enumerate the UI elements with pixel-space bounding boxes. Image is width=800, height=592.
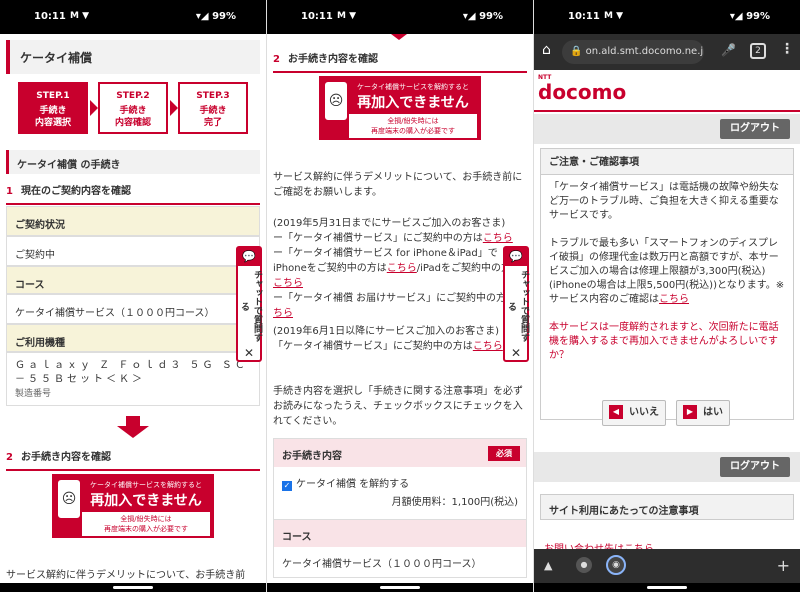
- chat-icon: 💬: [238, 248, 260, 266]
- step-arrow-icon: [170, 100, 178, 116]
- home-handle[interactable]: [380, 586, 420, 589]
- device-header: ご利用機種: [6, 324, 260, 352]
- course-value: ケータイ補償サービス（１０００円コース）: [6, 294, 260, 324]
- course-header: コース: [6, 266, 260, 294]
- close-icon[interactable]: ✕: [238, 346, 260, 360]
- url-bar[interactable]: 🔒 on.ald.smt.docomo.ne.jp: [562, 40, 704, 64]
- close-icon[interactable]: ✕: [505, 346, 527, 360]
- link-keitai-hosho-new[interactable]: こちら: [473, 341, 503, 352]
- signal-icon: ▾◢: [195, 11, 209, 22]
- sad-phone-icon: ☹: [58, 480, 80, 518]
- tab-switcher-button[interactable]: 2: [750, 43, 766, 59]
- screen-2: 10:11 M ▼ ▾◢ 99% 2 お手続き内容を確認 ☹ ケータイ補償サービス…: [267, 0, 533, 592]
- rejoin-warning: 本サービスは一度解約されますと、次回新たに電話機を購入するまで再加入できませんが…: [549, 322, 779, 361]
- section-2-heading: 2 お手続き内容を確認: [6, 444, 260, 471]
- required-badge: 必須: [488, 446, 520, 461]
- pre-2019-info: (2019年5月31日までにサービスご加入のお客さま) ー「ケータイ補償サービス…: [273, 216, 527, 321]
- yes-button[interactable]: ▶ はい: [676, 400, 730, 426]
- scroll-indicator-icon: [391, 34, 407, 40]
- notice-para-2: トラブルで最も多い「スマートフォンのディスプレイ破損」の修理代金は数万円と高額で…: [549, 238, 785, 305]
- monthly-fee: 月額使用料：1,100円(税込): [391, 497, 518, 508]
- post-2019-info: (2019年6月1日以降にサービスご加入のお客さま) 「ケータイ補償サービス」に…: [273, 326, 503, 352]
- checkbox-checked-icon[interactable]: ✓: [282, 481, 292, 491]
- instructions-text: 手続き内容を選択し「手続きに関する注意事項」を必ずお読みになったうえ、チェックボ…: [273, 386, 523, 427]
- tab-thumbnail-icon[interactable]: ●: [576, 557, 592, 573]
- contract-status-value: ご契約中: [6, 236, 260, 266]
- browser-toolbar: ⌂ 🔒 on.ald.smt.docomo.ne.jp 🎤 2 ⋮: [534, 34, 800, 70]
- docomo-logo[interactable]: docomo: [538, 80, 626, 104]
- course-value: ケータイ補償サービス（１０００円コース）: [282, 559, 482, 570]
- no-rejoin-banner: ☹ ケータイ補償サービスを解約すると 再加入できません 全損/紛失時には 再度端末…: [319, 76, 481, 140]
- course-header: コース: [274, 519, 526, 547]
- browser-bottom-toolbar: ▲ ● ◉ +: [534, 549, 800, 583]
- link-keitai-hosho[interactable]: こちら: [483, 233, 513, 244]
- home-icon[interactable]: ⌂: [542, 42, 551, 58]
- docomo-header: NTT docomo: [534, 70, 800, 112]
- page-title: ケータイ補償: [6, 40, 260, 74]
- section-1-heading: 1 現在のご契約内容を確認: [6, 178, 260, 205]
- home-handle[interactable]: [647, 586, 687, 589]
- no-button[interactable]: ◀ いいえ: [602, 400, 666, 426]
- chevron-up-icon[interactable]: ▲: [544, 559, 552, 572]
- sad-phone-icon: ☹: [325, 82, 347, 120]
- notice-box: ご注意・ご確認事項 「ケータイ補償サービス」は電話機の故障や紛失など万一のトラブ…: [540, 148, 794, 420]
- service-details-link[interactable]: こちら: [659, 294, 689, 305]
- nav-bar: [0, 583, 266, 592]
- logout-button[interactable]: ログアウト: [720, 457, 790, 477]
- notice-para-1: 「ケータイ補償サービス」は電話機の故障や紛失など万一のトラブル時、ご負担を大きく…: [549, 182, 779, 221]
- down-arrow-icon: [117, 416, 149, 440]
- status-bar: 10:11 M ▼ ▾◢ 99%: [534, 0, 800, 34]
- procedure-box: お手続き内容 必須 ✓ ケータイ補償 を解約する 月額使用料：1,100円(税込) …: [273, 438, 527, 578]
- link-ipad[interactable]: こちら: [273, 278, 303, 289]
- chat-side-tab[interactable]: 💬 チャットで質問する ✕: [236, 246, 262, 362]
- home-handle[interactable]: [113, 586, 153, 589]
- serial-label: 製造番号: [15, 389, 52, 399]
- section-2-heading: 2 お手続き内容を確認: [273, 46, 527, 73]
- status-bar: 10:11 M ▼ ▾◢ 99%: [267, 0, 533, 34]
- step-2: STEP.2 手続き 内容確認: [98, 82, 168, 134]
- status-time: 10:11: [34, 11, 66, 22]
- contract-status-header: ご契約状況: [6, 206, 260, 236]
- step-1: STEP.1 手続き 内容選択: [18, 82, 88, 134]
- no-rejoin-banner: ☹ ケータイ補償サービスを解約すると 再加入できません 全損/紛失時には 再度端末…: [52, 474, 214, 538]
- chat-icon: 💬: [505, 248, 527, 266]
- logout-button[interactable]: ログアウト: [720, 119, 790, 139]
- notice-heading: ご注意・ご確認事項: [541, 149, 793, 175]
- procedure-subhead: ケータイ補償 の手続き: [6, 150, 260, 174]
- mic-icon[interactable]: 🎤: [721, 43, 736, 57]
- screen-3: 10:11 M ▼ ▾◢ 99% ⌂ 🔒 on.ald.smt.docomo.n…: [534, 0, 800, 592]
- battery-level: 99%: [212, 11, 236, 22]
- arrow-left-icon: ◀: [609, 405, 623, 419]
- chat-side-tab[interactable]: 💬 チャットで質問する ✕: [503, 246, 529, 362]
- demerit-text: サービス解約に伴うデメリットについて、お手続き前にご確認をお願いします。: [273, 172, 523, 198]
- active-tab-icon[interactable]: ◉: [606, 555, 626, 575]
- demerit-text: サービス解約に伴うデメリットについて、お手続き前: [6, 570, 246, 581]
- notification-icons: M ▼: [70, 11, 90, 21]
- site-terms-heading: サイト利用にあたっての注意事項: [540, 494, 794, 520]
- screen-1: 10:11 M ▼ ▾◢ 99% ケータイ補償 STEP.1 手続き 内容選択 …: [0, 0, 266, 592]
- arrow-right-icon: ▶: [683, 405, 697, 419]
- device-value: Ｇａｌａｘｙ Ｚ Ｆｏｌｄ３ ５Ｇ ＳＣ－５５Ｂセット＜Ｋ＞ 製造番号: [6, 352, 260, 406]
- link-iphone[interactable]: こちら: [387, 263, 417, 274]
- step-arrow-icon: [90, 100, 98, 116]
- step-3: STEP.3 手続き 完了: [178, 82, 248, 134]
- menu-icon[interactable]: ⋮: [780, 41, 794, 57]
- new-tab-icon[interactable]: +: [777, 556, 790, 575]
- cancel-checkbox-row[interactable]: ✓ ケータイ補償 を解約する: [274, 467, 526, 493]
- status-bar: 10:11 M ▼ ▾◢ 99%: [0, 0, 266, 34]
